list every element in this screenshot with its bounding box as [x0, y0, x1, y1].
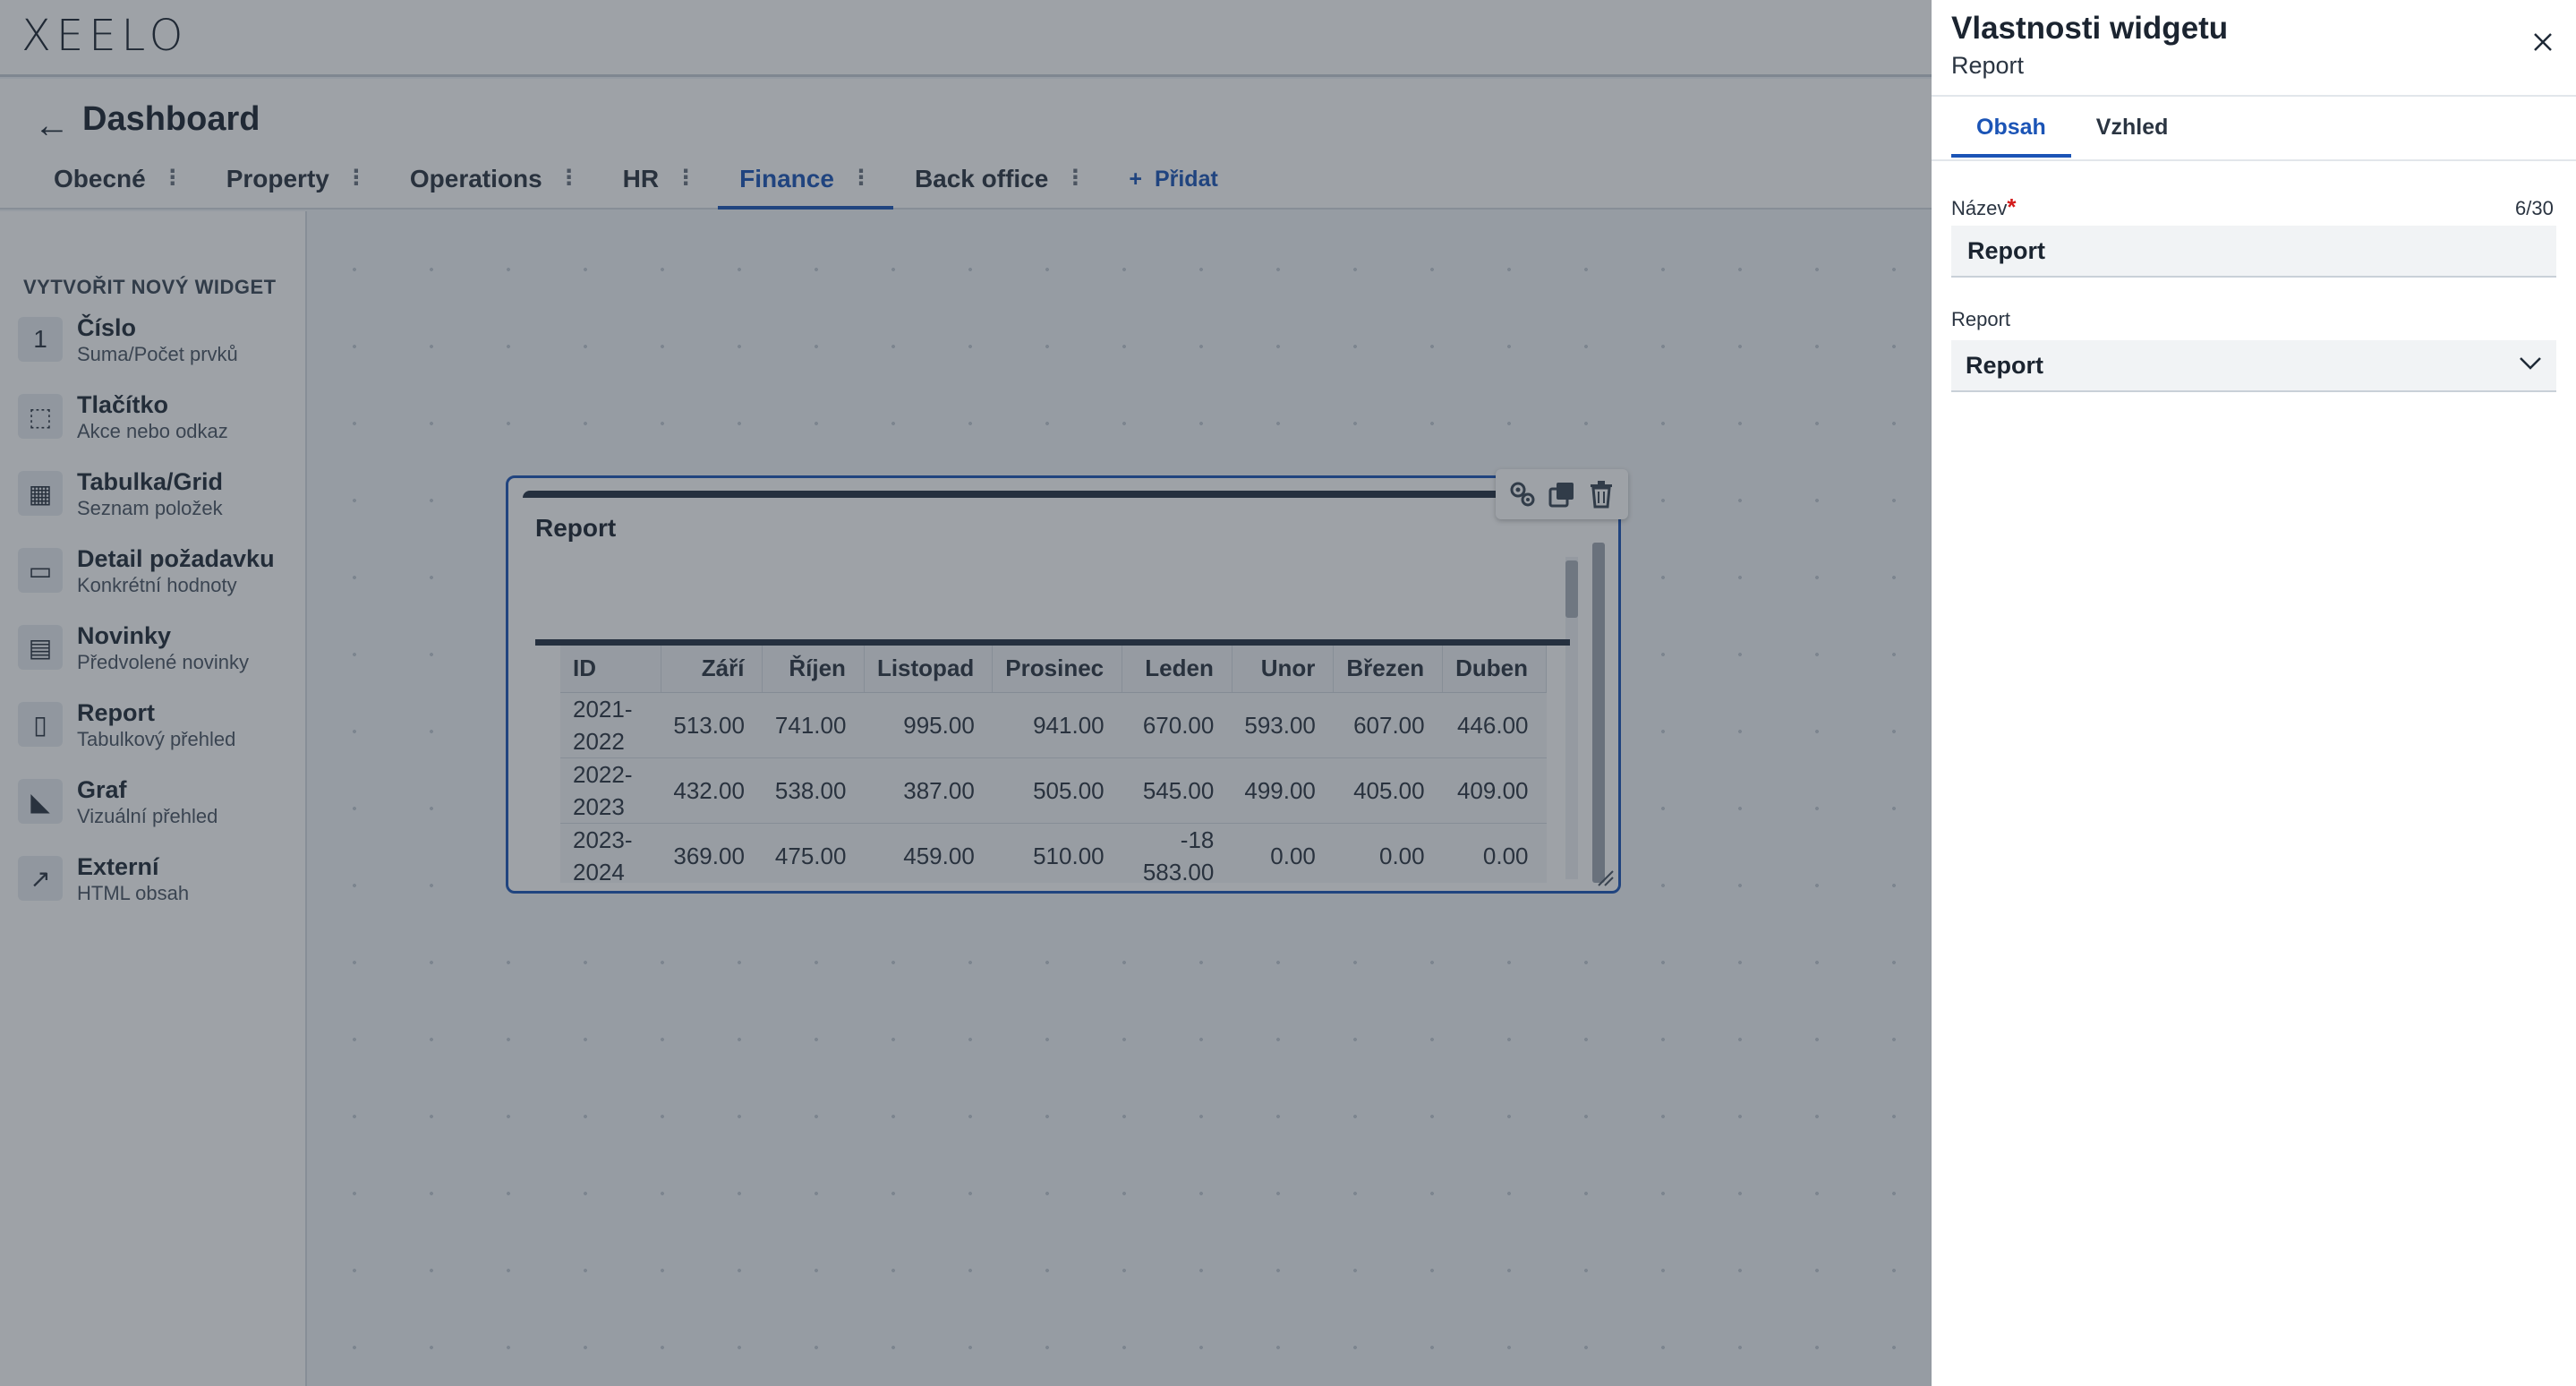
modal-overlay[interactable] — [0, 0, 1932, 1386]
report-select[interactable]: Report — [1951, 340, 2556, 392]
panel-tabs: Obsah Vzhled — [1951, 100, 2193, 158]
divider — [1932, 95, 2576, 97]
tab-vzhled[interactable]: Vzhled — [2071, 100, 2194, 158]
panel-subtitle: Report — [1951, 52, 2025, 79]
report-field-label: Report — [1951, 308, 2011, 330]
required-mark: * — [2007, 193, 2017, 220]
chevron-down-icon — [2519, 356, 2542, 375]
character-counter: 6/30 — [2515, 197, 2554, 219]
name-field-label: Název* — [1951, 193, 2016, 221]
divider — [1932, 159, 2576, 161]
panel-title: Vlastnosti widgetu — [1951, 11, 2229, 46]
tab-obsah[interactable]: Obsah — [1951, 100, 2071, 158]
close-icon[interactable] — [2528, 27, 2558, 57]
name-label-text: Název — [1951, 197, 2008, 219]
name-input[interactable] — [1951, 226, 2556, 278]
report-select-value: Report — [1966, 351, 2043, 379]
widget-properties-panel: Vlastnosti widgetu Report Obsah Vzhled Ná… — [1932, 0, 2576, 1386]
